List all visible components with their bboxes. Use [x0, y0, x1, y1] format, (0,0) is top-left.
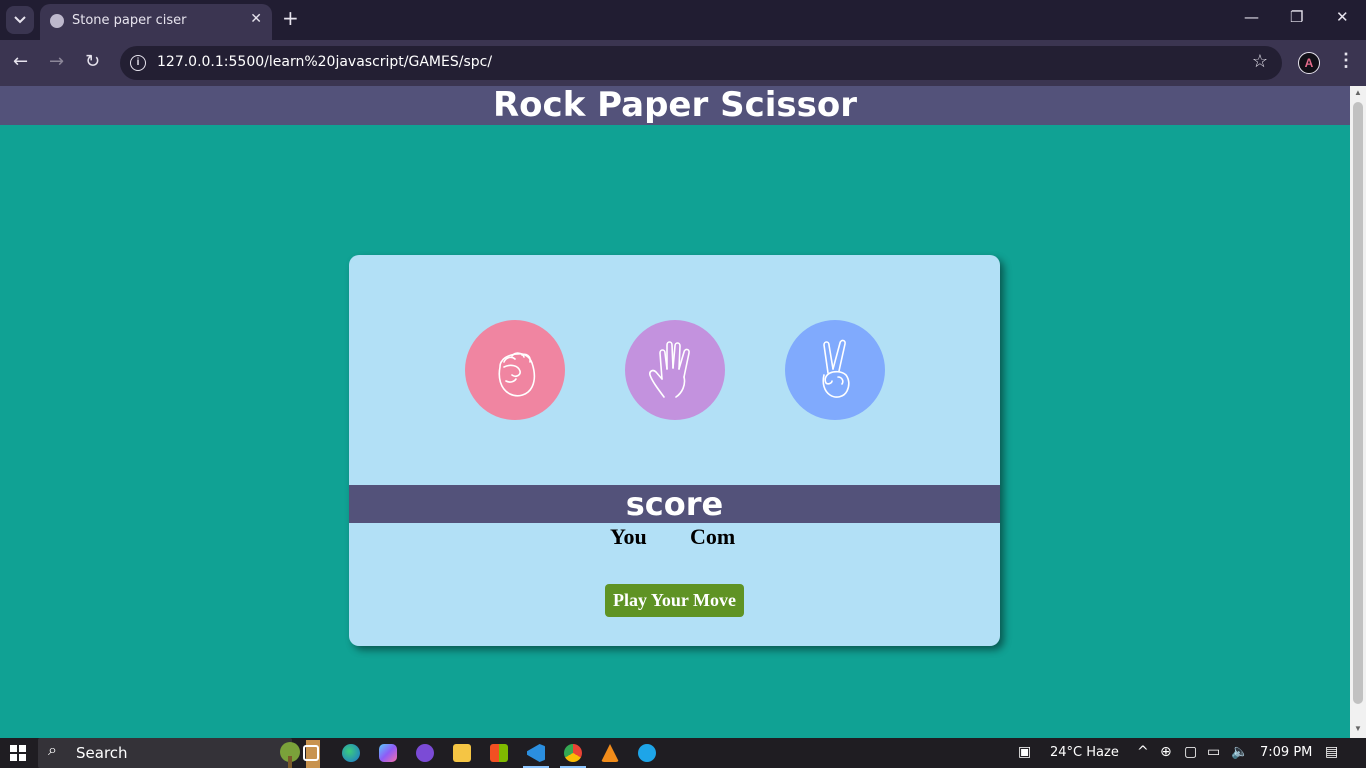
browser-tab[interactable]: Stone paper ciser ✕ — [40, 4, 272, 40]
com-score-label: Com — [690, 524, 736, 549]
browser-tab-bar: Stone paper ciser ✕ + — ❐ ✕ — [0, 0, 1366, 40]
fist-icon — [498, 352, 536, 397]
scissors-choice[interactable] — [785, 320, 885, 420]
page-header: Rock Paper Scissor — [0, 86, 1350, 125]
tree-decoration-icon — [280, 740, 320, 768]
windows-start-icon[interactable] — [10, 745, 26, 761]
tab-title: Stone paper ciser — [72, 13, 187, 28]
you-score-label: You — [610, 524, 647, 549]
search-label: Search — [76, 744, 128, 762]
weather-text[interactable]: 24°C Haze — [1050, 745, 1119, 760]
score-title: score — [625, 485, 724, 523]
clock-time[interactable]: 7:09 PM — [1260, 745, 1312, 760]
rock-choice[interactable] — [465, 320, 565, 420]
scroll-up-icon[interactable]: ▲ — [1354, 88, 1362, 97]
taskbar: ⌕ Search ▣ 24°C Haze ^ ⊕ ▢ ▭ 🔈 7:09 PM ▤ — [0, 738, 1366, 768]
weather-icon[interactable]: ▣ — [1018, 744, 1031, 760]
github-icon[interactable] — [416, 744, 434, 762]
notification-icon[interactable]: ▤ — [1325, 744, 1338, 760]
peace-hand-icon — [822, 339, 850, 398]
profile-icon[interactable]: A — [1298, 52, 1320, 74]
star-icon[interactable]: ☆ — [1252, 51, 1268, 72]
vlc-icon[interactable] — [601, 744, 619, 762]
close-icon[interactable]: ✕ — [250, 11, 262, 27]
tab-list-icon[interactable] — [6, 6, 34, 34]
volume-icon[interactable]: 🔈 — [1231, 744, 1248, 760]
battery-icon[interactable]: ▭ — [1207, 744, 1220, 760]
search-icon: ⌕ — [48, 742, 57, 759]
address-bar[interactable]: i 127.0.0.1:5500/learn%20javascript/GAME… — [120, 46, 1282, 80]
page-title: Rock Paper Scissor — [493, 85, 857, 125]
page-scrollbar[interactable]: ▲ ▼ — [1350, 86, 1366, 738]
scroll-down-icon[interactable]: ▼ — [1354, 724, 1362, 733]
reload-icon[interactable]: ↻ — [85, 51, 100, 72]
store-icon[interactable] — [490, 744, 508, 762]
browser-toolbar: ← → ↻ i 127.0.0.1:5500/learn%20javascrip… — [0, 40, 1366, 86]
scroll-thumb[interactable] — [1353, 102, 1363, 704]
globe-icon — [50, 14, 64, 28]
info-icon[interactable]: i — [130, 55, 146, 71]
language-icon[interactable]: ⊕ — [1160, 744, 1172, 760]
copilot-icon[interactable] — [379, 744, 397, 762]
plus-icon[interactable]: + — [282, 6, 299, 30]
open-hand-icon — [649, 341, 690, 398]
taskbar-search[interactable]: ⌕ Search — [38, 738, 320, 768]
score-bar: score — [349, 485, 1000, 523]
chrome-icon[interactable] — [564, 744, 582, 762]
restore-icon[interactable]: ❐ — [1290, 8, 1303, 26]
vscode-icon[interactable] — [527, 744, 545, 762]
edge-icon[interactable] — [342, 744, 360, 762]
file-explorer-icon[interactable] — [453, 744, 471, 762]
minimize-icon[interactable]: — — [1244, 8, 1259, 26]
skype-icon[interactable] — [638, 744, 656, 762]
tray-chevron-icon[interactable]: ^ — [1137, 744, 1149, 760]
forward-icon[interactable]: → — [49, 51, 64, 72]
meet-icon[interactable]: ▢ — [1184, 744, 1197, 760]
window-close-icon[interactable]: ✕ — [1336, 8, 1349, 26]
game-card: score You Com Play Your Move — [349, 255, 1000, 646]
back-icon[interactable]: ← — [13, 51, 28, 72]
paper-choice[interactable] — [625, 320, 725, 420]
menu-icon[interactable]: ⋮ — [1337, 50, 1355, 71]
url-text[interactable]: 127.0.0.1:5500/learn%20javascript/GAMES/… — [157, 54, 492, 70]
play-move-button[interactable]: Play Your Move — [605, 584, 744, 617]
task-view-icon[interactable] — [303, 745, 319, 761]
